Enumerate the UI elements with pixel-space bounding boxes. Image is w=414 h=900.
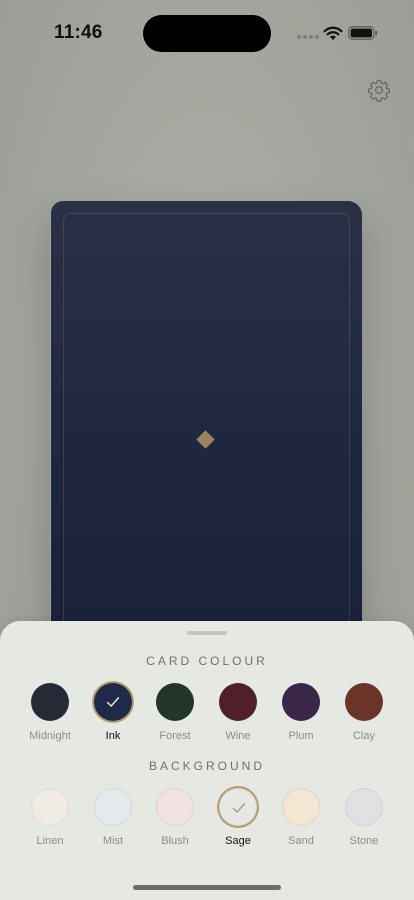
card-colour-option-wine[interactable]: Wine xyxy=(208,683,268,742)
colour-swatch[interactable] xyxy=(156,683,194,721)
card-colour-option-midnight[interactable]: Midnight xyxy=(20,683,80,742)
background-title: BACKGROUND xyxy=(148,759,265,773)
status-time: 11:46 xyxy=(54,22,103,43)
wifi-icon xyxy=(323,26,343,40)
colour-swatch[interactable] xyxy=(282,683,320,721)
background-option-sand[interactable]: Sand xyxy=(271,788,331,847)
colour-swatch[interactable] xyxy=(156,788,194,826)
background-option-sage[interactable]: Sage xyxy=(208,788,268,847)
colour-swatch[interactable] xyxy=(94,788,132,826)
background-option-mist[interactable]: Mist xyxy=(83,788,143,847)
background-option-stone[interactable]: Stone xyxy=(334,788,394,847)
check-icon xyxy=(106,697,120,707)
card-preview[interactable] xyxy=(51,201,362,641)
card-inner-border xyxy=(63,213,350,641)
sheet-grabber[interactable] xyxy=(187,631,227,635)
colour-swatch[interactable] xyxy=(282,788,320,826)
background-option-blush[interactable]: Blush xyxy=(145,788,205,847)
status-bar: 11:46 xyxy=(0,0,414,60)
battery-icon xyxy=(348,26,378,40)
home-indicator xyxy=(133,885,281,890)
cellular-signal-icon xyxy=(297,33,319,39)
swatch-label: Sand xyxy=(288,835,314,847)
card-colour-option-plum[interactable]: Plum xyxy=(271,683,331,742)
dynamic-island xyxy=(143,15,271,52)
swatch-label: Plum xyxy=(288,730,314,742)
swatch-label: Clay xyxy=(352,730,375,742)
swatch-label: Forest xyxy=(159,730,191,742)
background-option-linen[interactable]: Linen xyxy=(20,788,80,847)
colour-swatch[interactable] xyxy=(219,788,257,826)
colour-swatch[interactable] xyxy=(31,683,69,721)
background-row: Linen Mist Blush Sage Sand Stone xyxy=(0,788,414,858)
colour-picker-sheet: CARD COLOUR Midnight Ink Forest Wine Plum Cla… xyxy=(0,621,414,900)
swatch-label: Mist xyxy=(102,835,124,847)
colour-swatch[interactable] xyxy=(219,683,257,721)
card-colour-title: CARD COLOUR xyxy=(146,654,268,668)
card-colour-option-clay[interactable]: Clay xyxy=(334,683,394,742)
colour-swatch[interactable] xyxy=(345,683,383,721)
swatch-label: Stone xyxy=(349,835,379,847)
swatch-label: Blush xyxy=(161,835,189,847)
gear-icon[interactable] xyxy=(367,78,391,102)
swatch-label: Linen xyxy=(36,835,64,847)
card-colour-row: Midnight Ink Forest Wine Plum Clay xyxy=(0,683,414,753)
colour-swatch[interactable] xyxy=(31,788,69,826)
swatch-label: Sage xyxy=(225,835,251,847)
check-icon xyxy=(232,803,246,813)
card-colour-option-forest[interactable]: Forest xyxy=(145,683,205,742)
swatch-label: Midnight xyxy=(29,730,71,742)
colour-swatch[interactable] xyxy=(345,788,383,826)
card-colour-option-ink[interactable]: Ink xyxy=(83,683,143,742)
swatch-label: Wine xyxy=(225,730,251,742)
swatch-label: Ink xyxy=(105,730,121,742)
colour-swatch[interactable] xyxy=(94,683,132,721)
